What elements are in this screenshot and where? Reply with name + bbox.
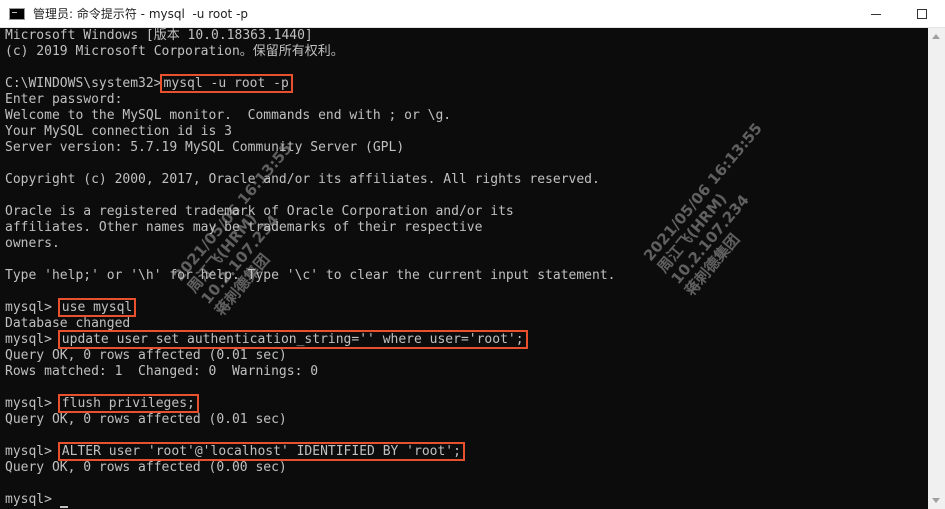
maximize-button[interactable] <box>899 0 945 28</box>
highlighted-command: mysql -u root -p <box>159 74 293 93</box>
terminal-output[interactable]: Microsoft Windows [版本 10.0.18363.1440] (c… <box>0 28 945 509</box>
terminal-output-line: Oracle is a registered trademark of Orac… <box>5 204 514 219</box>
prompt: mysql> <box>5 332 60 347</box>
watermark: 2021/05/06 16:13:55 周江飞(HRM) 10.2.107.234 蒋… <box>640 119 807 299</box>
watermark-line: 周江飞(HRM) <box>653 189 731 277</box>
highlighted-command: flush privileges; <box>57 394 199 413</box>
window-title: 管理员: 命令提示符 - mysql -u root -p <box>33 7 249 21</box>
terminal-output-line: (c) 2019 Microsoft Corporation。保留所有权利。 <box>5 44 344 59</box>
maximize-icon <box>917 9 927 19</box>
terminal-output-line: Your MySQL connection id is 3 <box>5 124 232 139</box>
terminal-command-line: mysql> use mysql <box>5 298 615 317</box>
title-bar[interactable]: 管理员: 命令提示符 - mysql -u root -p <box>0 0 945 28</box>
terminal-command-line: mysql> flush privileges; <box>5 394 615 413</box>
highlighted-command: use mysql <box>57 298 137 317</box>
minimize-icon <box>871 13 881 15</box>
terminal-output-line: Enter password: <box>5 92 123 107</box>
watermark-line: 蒋刺德集团 <box>681 230 744 300</box>
terminal-lines: Microsoft Windows [版本 10.0.18363.1440] (c… <box>5 28 615 508</box>
window-controls <box>853 0 945 28</box>
text-cursor <box>59 506 68 508</box>
terminal-command-line: mysql> ALTER user 'root'@'localhost' IDE… <box>5 442 615 461</box>
prompt: C:\WINDOWS\system32> <box>5 76 162 91</box>
terminal-output-line: Query OK, 0 rows affected (0.01 sec) <box>5 348 287 363</box>
terminal-command-line: mysql> update user set authentication_st… <box>5 330 615 349</box>
terminal-output-line: Rows matched: 1 Changed: 0 Warnings: 0 <box>5 364 319 379</box>
terminal-command-line: C:\WINDOWS\system32> mysql -u root -p <box>5 74 615 93</box>
terminal-output-line: Copyright (c) 2000, 2017, Oracle and/or … <box>5 172 600 187</box>
prompt: mysql> <box>5 492 60 507</box>
prompt: mysql> <box>5 444 60 459</box>
terminal-output-line: Type 'help;' or '\h' for help. Type '\c'… <box>5 268 616 283</box>
cmd-app-icon <box>9 7 25 20</box>
prompt: mysql> <box>5 300 60 315</box>
highlighted-command: update user set authentication_string=''… <box>57 330 528 349</box>
highlighted-command: ALTER user 'root'@'localhost' IDENTIFIED… <box>57 442 465 461</box>
terminal-output-line: owners. <box>5 236 60 251</box>
terminal-output-line: Server version: 5.7.19 MySQL Community S… <box>5 140 405 155</box>
scroll-up-icon[interactable] <box>932 34 940 39</box>
terminal-output-line: Welcome to the MySQL monitor. Commands e… <box>5 108 452 123</box>
watermark-line: 10.2.107.234 <box>667 191 753 288</box>
watermark-line: 2021/05/06 16:13:55 <box>640 119 766 265</box>
vertical-scrollbar[interactable] <box>928 28 945 509</box>
scroll-down-icon[interactable] <box>932 498 940 503</box>
terminal-output-line: affiliates. Other names may be trademark… <box>5 220 483 235</box>
terminal-output-line: Query OK, 0 rows affected (0.00 sec) <box>5 460 287 475</box>
terminal-output-line: Query OK, 0 rows affected (0.01 sec) <box>5 412 287 427</box>
minimize-button[interactable] <box>853 0 899 28</box>
terminal-output-line: Microsoft Windows [版本 10.0.18363.1440] <box>5 28 313 43</box>
terminal-command-line: mysql> <box>5 492 615 508</box>
prompt: mysql> <box>5 396 60 411</box>
